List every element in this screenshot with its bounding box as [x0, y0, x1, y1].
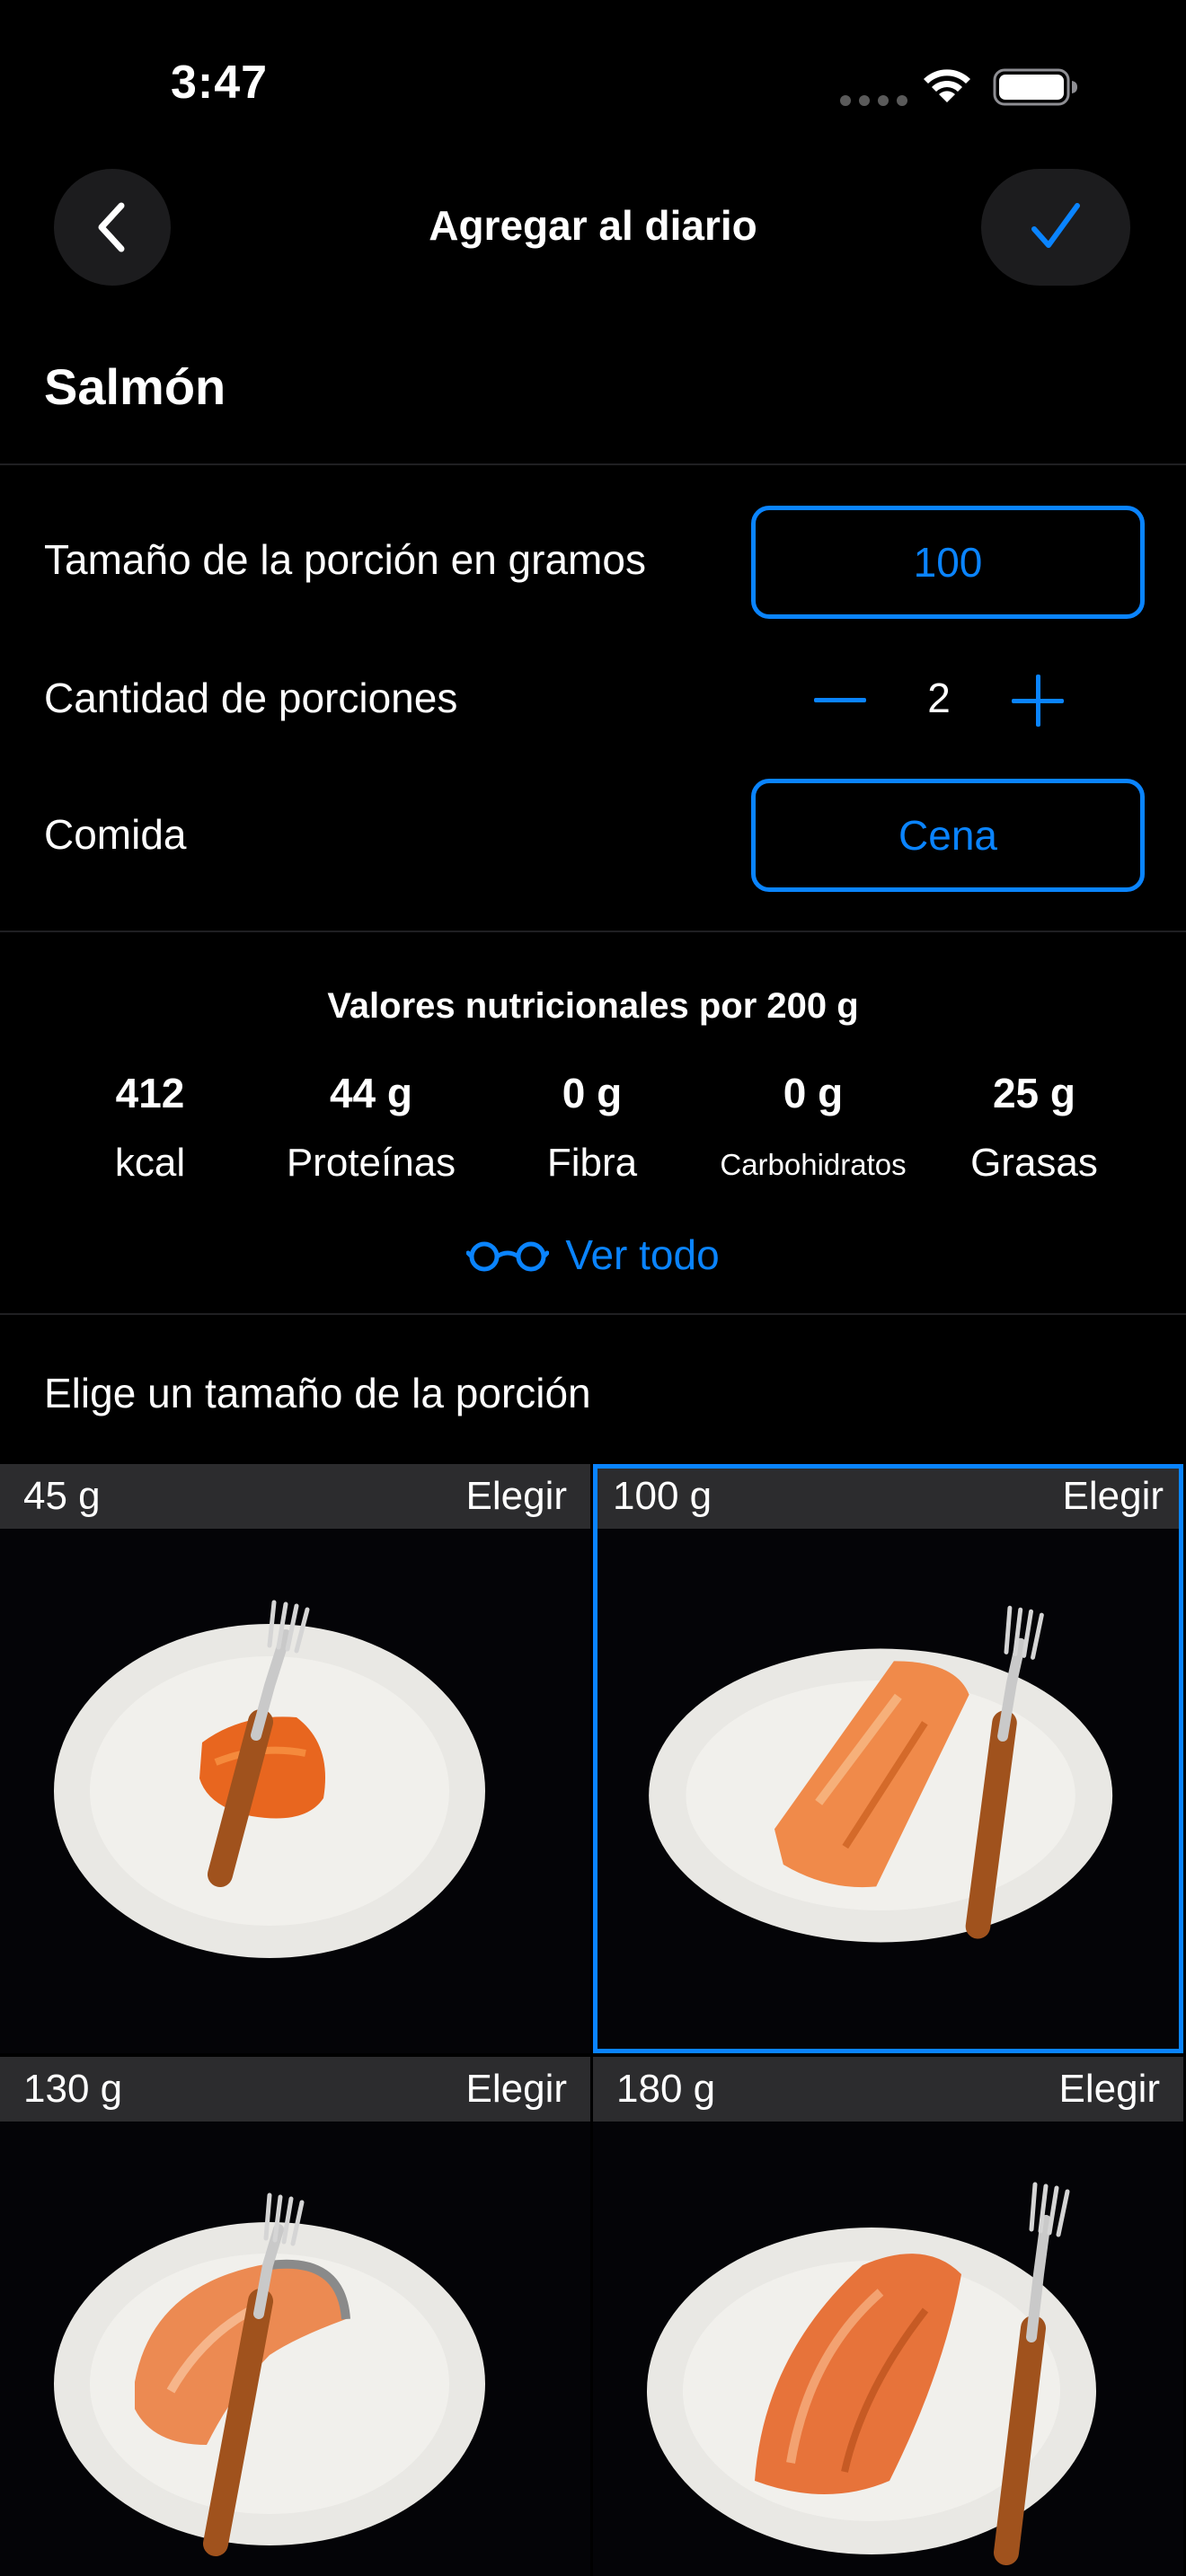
status-time: 3:47 — [171, 57, 269, 109]
increment-button[interactable] — [988, 665, 1087, 737]
nutrient-value: 412 — [115, 1070, 185, 1116]
see-all-label: Ver todo — [565, 1231, 720, 1278]
nutrition-heading: Valores nutricionales por 200 g — [327, 986, 859, 1026]
portion-size: 45 g — [23, 1474, 101, 1518]
nutrient-label: Fibra — [546, 1141, 638, 1185]
portion-tile-selected[interactable]: 100 g Elegir — [593, 1464, 1183, 2053]
nutrient-protein: 44 g Proteínas — [254, 1069, 488, 1186]
portion-size-label: Tamaño de la porción en gramos — [44, 536, 646, 583]
battery-icon — [993, 68, 1077, 106]
meal-label: Comida — [44, 811, 187, 858]
nutrient-fiber: 0 g Fibra — [475, 1069, 709, 1186]
portion-size: 130 g — [23, 2067, 123, 2111]
choose-button[interactable]: Elegir — [466, 2067, 568, 2112]
choose-button[interactable]: Elegir — [1059, 2067, 1161, 2112]
glasses-icon — [466, 1241, 550, 1272]
servings-stepper: 2 — [791, 665, 1087, 737]
choose-button[interactable]: Elegir — [466, 1474, 568, 1519]
cellular-signal-icon — [840, 95, 907, 106]
tile-header: 180 g Elegir — [593, 2057, 1183, 2122]
status-bar: 3:47 — [0, 0, 1186, 162]
nutrient-label: Carbohidratos — [720, 1148, 907, 1181]
meal-select[interactable]: Cena — [751, 779, 1145, 892]
plus-icon — [1012, 675, 1064, 727]
portion-tile[interactable]: 130 g Elegir — [0, 2057, 590, 2576]
nutrient-fat: 25 g Grasas — [917, 1069, 1151, 1186]
servings-value: 2 — [927, 675, 951, 721]
minus-icon — [814, 698, 866, 702]
portion-size-input[interactable]: 100 — [751, 506, 1145, 619]
tile-header: 45 g Elegir — [0, 1464, 590, 1529]
salmon-plate-image — [649, 1605, 1113, 1943]
divider — [0, 931, 1186, 932]
wifi-icon — [924, 69, 970, 102]
nutrient-carbs: 0 g Carbohidratos — [696, 1069, 930, 1182]
portion-size: 100 g — [613, 1474, 712, 1518]
see-all-link[interactable]: Ver todo — [0, 1231, 1186, 1279]
portion-tile[interactable]: 45 g Elegir — [0, 1464, 590, 2053]
salmon-plate-image — [647, 2182, 1096, 2565]
nutrient-label: Grasas — [970, 1141, 1098, 1185]
nutrient-value: 25 g — [992, 1070, 1076, 1116]
divider — [0, 1313, 1186, 1315]
salmon-plate-image — [54, 2192, 485, 2556]
nutrient-value: 44 g — [329, 1070, 413, 1116]
confirm-button[interactable] — [981, 169, 1130, 286]
choose-button[interactable]: Elegir — [1063, 1474, 1164, 1519]
decrement-button[interactable] — [791, 665, 890, 737]
nutrient-label: kcal — [114, 1141, 186, 1185]
nutrient-kcal: 412 kcal — [33, 1069, 267, 1186]
nutrient-label: Proteínas — [286, 1141, 456, 1185]
nav-bar: Agregar al diario — [0, 162, 1186, 287]
checkmark-icon — [1031, 203, 1080, 248]
tile-header: 130 g Elegir — [0, 2057, 590, 2122]
portion-size: 180 g — [616, 2067, 716, 2111]
servings-label: Cantidad de porciones — [44, 675, 458, 721]
portion-tile[interactable]: 180 g Elegir — [593, 2057, 1183, 2576]
nutrient-value: 0 g — [562, 1070, 623, 1116]
divider — [0, 463, 1186, 465]
salmon-plate-image — [54, 1600, 485, 1958]
nutrient-value: 0 g — [783, 1070, 844, 1116]
food-name: Salmón — [44, 358, 226, 415]
portion-choice-heading: Elige un tamaño de la porción — [44, 1370, 591, 1416]
tile-header: 100 g Elegir — [597, 1469, 1179, 1529]
